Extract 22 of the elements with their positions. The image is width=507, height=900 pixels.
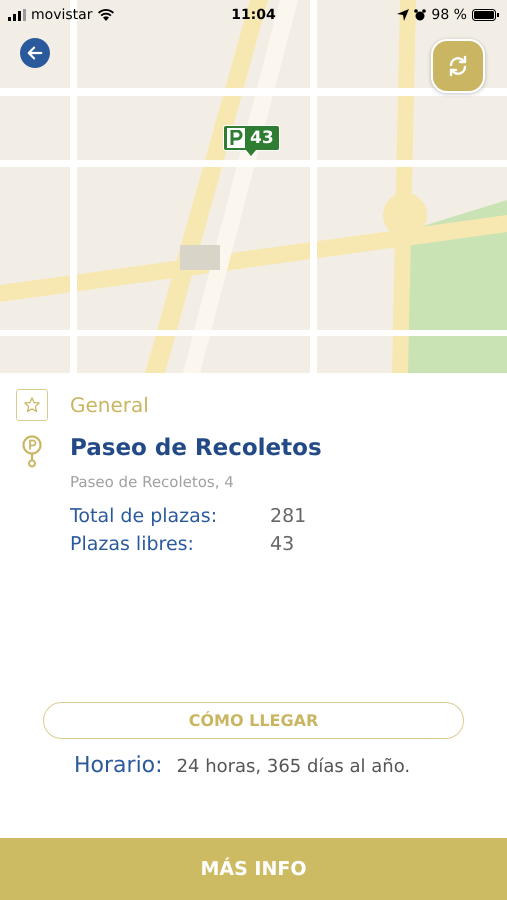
directions-button[interactable]: CÓMO LLEGAR: [43, 702, 464, 739]
battery-icon: [472, 9, 499, 21]
parking-name: Paseo de Recoletos: [70, 435, 322, 461]
stat-label: Total de plazas:: [70, 505, 218, 527]
parking-pin-icon: [22, 435, 42, 469]
stat-value: 281: [270, 505, 308, 527]
parking-sign-icon: [227, 128, 245, 148]
more-info-button[interactable]: MÁS INFO: [0, 838, 507, 900]
carrier-name: movistar: [31, 7, 92, 23]
schedule-value: 24 horas, 365 días al año.: [176, 756, 410, 777]
free-spaces-count: 43: [250, 128, 274, 148]
parking-address: Paseo de Recoletos, 4: [70, 473, 235, 491]
battery-percent: 98 %: [431, 7, 467, 23]
category-label: General: [70, 393, 149, 417]
stat-label: Plazas libres:: [70, 533, 195, 555]
schedule-label: Horario:: [74, 753, 163, 778]
back-arrow-icon: [26, 44, 44, 62]
status-time: 11:04: [231, 7, 276, 23]
stat-value: 43: [270, 533, 296, 555]
wifi-icon: [98, 9, 114, 21]
location-arrow-icon: [397, 9, 410, 21]
signal-icon: [8, 9, 26, 21]
